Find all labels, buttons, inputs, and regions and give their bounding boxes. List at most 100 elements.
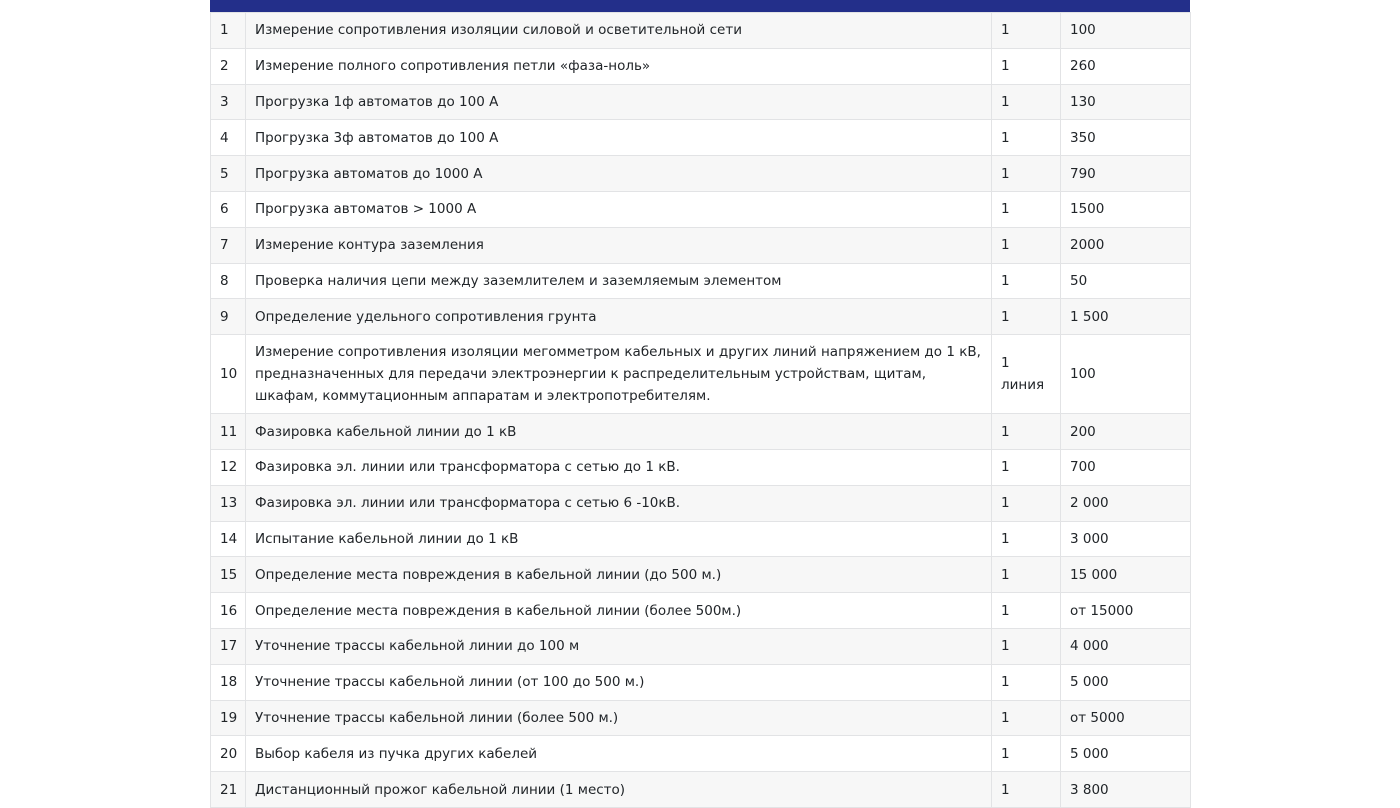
quantity-cell: 1 <box>991 12 1061 49</box>
row-number-cell: 21 <box>210 771 246 808</box>
quantity-cell: 1 <box>991 484 1061 522</box>
service-name-cell: Измерение полного сопротивления петли «ф… <box>245 47 992 85</box>
service-name-cell: Уточнение трассы кабельной линии до 100 … <box>245 627 992 665</box>
quantity-cell: 1 <box>991 47 1061 85</box>
price-table-container: 1 Измерение сопротивления изоляции силово… <box>210 0 1191 808</box>
price-cell: 4 000 <box>1060 627 1191 665</box>
quantity-cell: 1 <box>991 627 1061 665</box>
row-number-cell: 17 <box>210 627 246 665</box>
price-cell: 100 <box>1060 334 1191 415</box>
row-number-cell: 1 <box>210 12 246 49</box>
row-number-cell: 8 <box>210 262 246 300</box>
price-cell: 350 <box>1060 119 1191 157</box>
table-row: 20 Выбор кабеля из пучка других кабелей 1 5… <box>210 735 1191 773</box>
table-row: 18 Уточнение трассы кабельной линии (от 1… <box>210 663 1191 701</box>
service-name-cell: Дистанционный прожог кабельной линии (1 … <box>245 771 992 808</box>
table-row: 2 Измерение полного сопротивления петли «… <box>210 47 1191 85</box>
table-row: 16 Определение места повреждения в кабель… <box>210 592 1191 629</box>
table-row: 9 Определение удельного сопротивления гру… <box>210 298 1191 336</box>
service-name-cell: Определение места повреждения в кабельно… <box>245 592 992 629</box>
table-row: 19 Уточнение трассы кабельной линии (боле… <box>210 699 1191 737</box>
service-name-cell: Прогрузка 3ф автоматов до 100 А <box>245 119 992 157</box>
service-name-cell: Выбор кабеля из пучка других кабелей <box>245 735 992 773</box>
quantity-cell: 1 <box>991 448 1061 486</box>
row-number-cell: 18 <box>210 663 246 701</box>
quantity-cell: 1 <box>991 771 1061 808</box>
row-number-cell: 10 <box>210 334 246 415</box>
row-number-cell: 11 <box>210 413 246 450</box>
row-number-cell: 12 <box>210 448 246 486</box>
table-row: 8 Проверка наличия цепи между заземлителе… <box>210 262 1191 300</box>
service-name-cell: Измерение контура заземления <box>245 226 992 264</box>
price-table-body: 1 Измерение сопротивления изоляции силово… <box>210 12 1191 808</box>
price-cell: 700 <box>1060 448 1191 486</box>
service-name-cell: Измерение сопротивления изоляции силовой… <box>245 12 992 49</box>
quantity-cell: 1 <box>991 556 1061 594</box>
quantity-cell: 1 <box>991 298 1061 336</box>
quantity-cell: 1 <box>991 520 1061 558</box>
price-cell: 1500 <box>1060 190 1191 228</box>
row-number-cell: 13 <box>210 484 246 522</box>
row-number-cell: 14 <box>210 520 246 558</box>
service-name-cell: Испытание кабельной линии до 1 кВ <box>245 520 992 558</box>
row-number-cell: 7 <box>210 226 246 264</box>
table-row: 10 Измерение сопротивления изоляции мегом… <box>210 334 1191 415</box>
price-cell: 2 000 <box>1060 484 1191 522</box>
table-row: 17 Уточнение трассы кабельной линии до 10… <box>210 627 1191 665</box>
price-cell: 2000 <box>1060 226 1191 264</box>
quantity-cell: 1 <box>991 155 1061 192</box>
service-name-cell: Проверка наличия цепи между заземлителем… <box>245 262 992 300</box>
service-name-cell: Уточнение трассы кабельной линии (от 100… <box>245 663 992 701</box>
service-name-cell: Измерение сопротивления изоляции мегомме… <box>245 334 992 415</box>
price-cell: от 5000 <box>1060 699 1191 737</box>
quantity-cell: 1 линия <box>991 334 1061 415</box>
row-number-cell: 5 <box>210 155 246 192</box>
quantity-cell: 1 <box>991 699 1061 737</box>
table-row: 3 Прогрузка 1ф автоматов до 100 А 1 130 <box>210 83 1191 121</box>
service-name-cell: Уточнение трассы кабельной линии (более … <box>245 699 992 737</box>
price-cell: от 15000 <box>1060 592 1191 629</box>
table-row: 11 Фазировка кабельной линии до 1 кВ 1 200 <box>210 413 1191 450</box>
table-row: 1 Измерение сопротивления изоляции силово… <box>210 12 1191 49</box>
price-cell: 130 <box>1060 83 1191 121</box>
row-number-cell: 6 <box>210 190 246 228</box>
table-row: 6 Прогрузка автоматов > 1000 А 1 1500 <box>210 190 1191 228</box>
quantity-cell: 1 <box>991 663 1061 701</box>
price-cell: 3 000 <box>1060 520 1191 558</box>
service-name-cell: Определение удельного сопротивления грун… <box>245 298 992 336</box>
table-header-bar <box>210 0 1190 12</box>
quantity-cell: 1 <box>991 226 1061 264</box>
price-cell: 3 800 <box>1060 771 1191 808</box>
table-row: 15 Определение места повреждения в кабель… <box>210 556 1191 594</box>
service-name-cell: Прогрузка автоматов > 1000 А <box>245 190 992 228</box>
row-number-cell: 3 <box>210 83 246 121</box>
table-row: 21 Дистанционный прожог кабельной линии (… <box>210 771 1191 808</box>
quantity-cell: 1 <box>991 735 1061 773</box>
service-name-cell: Фазировка эл. линии или трансформатора с… <box>245 448 992 486</box>
price-cell: 100 <box>1060 12 1191 49</box>
quantity-cell: 1 <box>991 262 1061 300</box>
service-name-cell: Прогрузка автоматов до 1000 А <box>245 155 992 192</box>
row-number-cell: 20 <box>210 735 246 773</box>
price-cell: 790 <box>1060 155 1191 192</box>
price-cell: 5 000 <box>1060 663 1191 701</box>
table-row: 13 Фазировка эл. линии или трансформатора… <box>210 484 1191 522</box>
price-cell: 15 000 <box>1060 556 1191 594</box>
price-cell: 5 000 <box>1060 735 1191 773</box>
row-number-cell: 4 <box>210 119 246 157</box>
quantity-cell: 1 <box>991 83 1061 121</box>
row-number-cell: 19 <box>210 699 246 737</box>
row-number-cell: 2 <box>210 47 246 85</box>
quantity-cell: 1 <box>991 592 1061 629</box>
quantity-cell: 1 <box>991 190 1061 228</box>
service-name-cell: Фазировка эл. линии или трансформатора с… <box>245 484 992 522</box>
price-cell: 50 <box>1060 262 1191 300</box>
table-row: 5 Прогрузка автоматов до 1000 А 1 790 <box>210 155 1191 192</box>
price-cell: 200 <box>1060 413 1191 450</box>
service-name-cell: Фазировка кабельной линии до 1 кВ <box>245 413 992 450</box>
table-row: 12 Фазировка эл. линии или трансформатора… <box>210 448 1191 486</box>
service-name-cell: Прогрузка 1ф автоматов до 100 А <box>245 83 992 121</box>
row-number-cell: 16 <box>210 592 246 629</box>
price-cell: 1 500 <box>1060 298 1191 336</box>
service-name-cell: Определение места повреждения в кабельно… <box>245 556 992 594</box>
